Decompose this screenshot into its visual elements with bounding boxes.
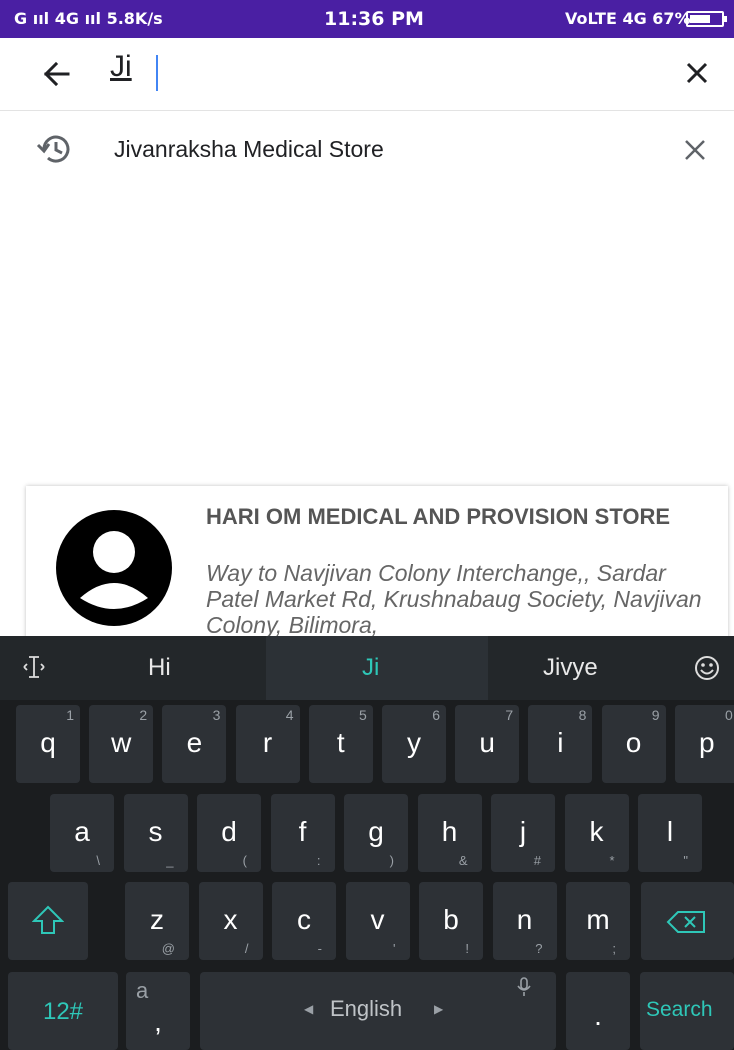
key-k[interactable]: k * [564, 794, 629, 872]
key-n[interactable]: n? [492, 882, 557, 960]
space-key[interactable]: ◀ English ▶ [200, 972, 556, 1050]
key-e[interactable]: e3 [162, 705, 227, 783]
status-time: 11:36 PM [324, 8, 424, 30]
key-p[interactable]: p0 [674, 705, 734, 783]
history-item[interactable]: Jivanraksha Medical Store [0, 113, 734, 183]
key-r[interactable]: r4 [235, 705, 300, 783]
status-bar: G ııl 4G ııl 5.8K/s 11:36 PM VoLTE 4G 67… [0, 0, 734, 38]
clear-search-icon[interactable] [680, 56, 714, 90]
key-v[interactable]: v ' [345, 882, 410, 960]
text-cursor-icon[interactable] [22, 654, 46, 685]
history-icon [36, 131, 72, 167]
key-m[interactable]: m; [566, 882, 630, 960]
status-right: VoLTE 4G 67% [565, 9, 691, 28]
key-b[interactable]: b! [419, 882, 483, 960]
key-q[interactable]: q1 [16, 705, 80, 783]
key-j[interactable]: j # [491, 794, 555, 872]
search-key[interactable]: Search [640, 972, 734, 1050]
key-f[interactable]: f: [270, 794, 335, 872]
key-y[interactable]: y6 [382, 705, 446, 783]
keyboard: Hi Ji Jivye q1w2e3r4t5y6u7i8o9p0 a \ s _ d(f… [0, 636, 734, 1050]
history-item-label: Jivanraksha Medical Store [114, 136, 384, 162]
key-s[interactable]: s _ [123, 794, 188, 872]
key-c[interactable]: c- [272, 882, 336, 960]
key-z[interactable]: z @ [125, 882, 189, 960]
suggestion-3[interactable]: Jivye [543, 654, 598, 682]
result-address: Way to Navjivan Colony Interchange,, Sar… [206, 560, 702, 638]
key-i[interactable]: i8 [528, 705, 593, 783]
period-key[interactable]: . [566, 972, 630, 1050]
key-t[interactable]: t5 [308, 705, 373, 783]
key-h[interactable]: h & [417, 794, 482, 872]
remove-history-icon[interactable] [680, 135, 710, 165]
emoji-icon[interactable] [693, 654, 721, 687]
mic-icon [517, 977, 531, 996]
status-left: G ııl 4G ııl 5.8K/s [14, 9, 163, 28]
result-card[interactable]: HARI OM MEDICAL AND PROVISION STORE Way … [26, 486, 728, 656]
key-w[interactable]: w2 [89, 705, 154, 783]
key-u[interactable]: u7 [455, 705, 520, 783]
space-label: English [330, 996, 403, 1021]
key-l[interactable]: l " [638, 794, 702, 872]
key-o[interactable]: o9 [601, 705, 666, 783]
prev-language-icon: ◀ [304, 1002, 314, 1016]
key-x[interactable]: x / [198, 882, 263, 960]
suggestion-1[interactable]: Hi [148, 654, 171, 682]
suggestion-bar: Hi Ji Jivye [0, 636, 734, 700]
back-arrow-icon[interactable] [36, 54, 76, 94]
comma-key[interactable]: a , [126, 972, 190, 1050]
result-title: HARI OM MEDICAL AND PROVISION STORE [206, 504, 671, 529]
search-bar: Ji [0, 38, 734, 111]
battery-icon [686, 11, 727, 27]
key-g[interactable]: g) [344, 794, 408, 872]
search-input[interactable]: Ji [110, 50, 132, 84]
symbols-key[interactable]: 12# [8, 972, 118, 1050]
shift-key[interactable] [8, 882, 88, 960]
backspace-key[interactable] [641, 882, 734, 960]
avatar-icon [54, 508, 174, 628]
suggestion-2[interactable]: Ji [362, 654, 379, 682]
next-language-icon: ▶ [434, 1002, 444, 1016]
key-d[interactable]: d( [197, 794, 261, 872]
text-cursor [156, 55, 158, 91]
key-a[interactable]: a \ [50, 794, 114, 872]
